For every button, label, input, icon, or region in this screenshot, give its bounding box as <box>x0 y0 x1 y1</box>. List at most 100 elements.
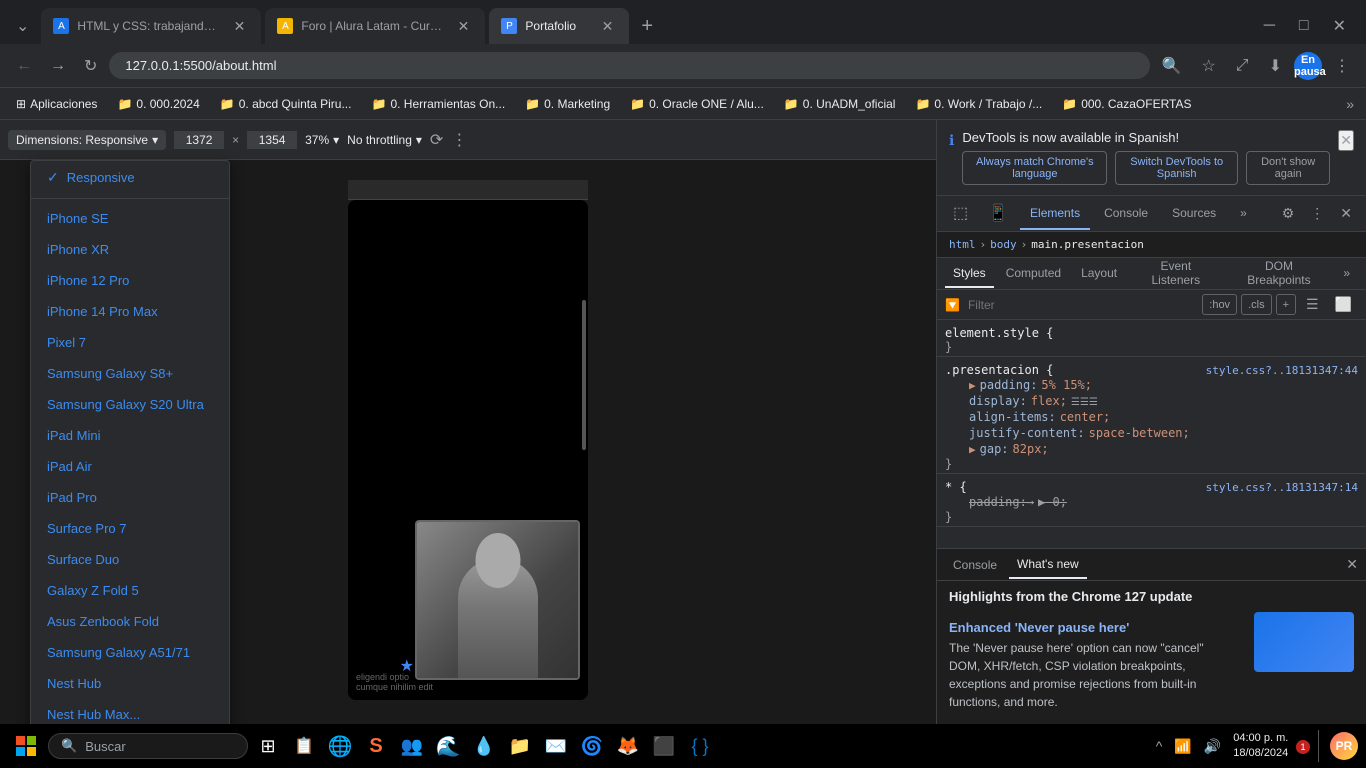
bookmark-8[interactable]: 📁 000. CazaOFERTAS <box>1054 94 1199 114</box>
tab-event-listeners[interactable]: Event Listeners <box>1129 253 1223 295</box>
tray-icon-1[interactable]: ^ <box>1152 736 1167 756</box>
devtools-more-btn[interactable]: ⋮ <box>1304 201 1330 226</box>
taskbar-mail-icon[interactable]: ✉️ <box>540 730 572 762</box>
show-desktop-btn[interactable] <box>1318 730 1322 762</box>
dropdown-responsive[interactable]: ✓ Responsive <box>31 161 229 194</box>
task-view-btn[interactable]: ⊞ <box>252 730 284 762</box>
tab-computed[interactable]: Computed <box>998 260 1069 288</box>
taskbar-avatar[interactable]: PR <box>1330 732 1358 760</box>
taskbar-folder-icon[interactable]: 📁 <box>504 730 536 762</box>
menu-btn[interactable]: ⋮ <box>1326 50 1358 82</box>
dimensions-select[interactable]: Dimensions: Responsive ▾ <box>8 130 166 150</box>
breadcrumb-main[interactable]: main.presentacion <box>1031 238 1144 251</box>
address-input[interactable] <box>109 52 1149 79</box>
taskbar-gmail-icon[interactable]: 🌀 <box>576 730 608 762</box>
tab-styles[interactable]: Styles <box>945 260 994 288</box>
bottom-tab-console[interactable]: Console <box>945 552 1005 578</box>
taskbar-chrome-icon[interactable]: 🌐 <box>324 730 356 762</box>
dropdown-iphone-12-pro[interactable]: iPhone 12 Pro <box>31 265 229 296</box>
dropdown-ipad-air[interactable]: iPad Air <box>31 451 229 482</box>
bookmark-3[interactable]: 📁 0. Herramientas On... <box>363 94 513 114</box>
breadcrumb-html[interactable]: html <box>949 238 976 251</box>
browser-tab-2[interactable]: A Foro | Alura Latam - Cursos onl... ✕ <box>265 8 485 44</box>
padding-arrow[interactable]: ▶ <box>969 379 976 392</box>
maximize-button[interactable]: □ <box>1287 12 1321 40</box>
no-throttling-select[interactable]: No throttling ▾ <box>347 133 422 147</box>
taskbar-icon-unknown[interactable]: 📋 <box>288 730 320 762</box>
tab3-close[interactable]: ✕ <box>598 16 618 37</box>
hov-btn[interactable]: :hov <box>1202 294 1237 315</box>
tab-dom-breakpoints[interactable]: DOM Breakpoints <box>1227 253 1332 295</box>
volume-icon[interactable]: 🔊 <box>1200 736 1225 757</box>
presentacion-source[interactable]: style.css?..18131347:44 <box>1206 364 1358 377</box>
back-button[interactable]: ← <box>8 51 40 81</box>
rotate-button[interactable]: ⟳ <box>430 130 443 150</box>
width-input[interactable] <box>174 131 224 149</box>
close-button[interactable]: ✕ <box>1321 12 1358 40</box>
bookmark-1[interactable]: 📁 0. 000.2024 <box>109 94 207 114</box>
dropdown-iphone-se[interactable]: iPhone SE <box>31 203 229 234</box>
breadcrumb-body[interactable]: body <box>990 238 1017 251</box>
bookmark-apps[interactable]: ⊞ Aplicaciones <box>8 94 105 114</box>
update-title-1[interactable]: Enhanced 'Never pause here' <box>949 620 1238 635</box>
dropdown-ipad-pro[interactable]: iPad Pro <box>31 482 229 513</box>
taskbar-teams-icon[interactable]: 👥 <box>396 730 428 762</box>
browser-tab-1[interactable]: A HTML y CSS: trabajando con re... ✕ <box>41 8 261 44</box>
gap-arrow[interactable]: ▶ <box>969 443 976 456</box>
taskbar-time[interactable]: 04:00 p. m. 18/08/2024 <box>1233 731 1288 762</box>
search-icon-btn[interactable]: 🔍 <box>1154 50 1190 82</box>
dropdown-iphone-xr[interactable]: iPhone XR <box>31 234 229 265</box>
bookmark-6[interactable]: 📁 0. UnADM_oficial <box>776 94 904 114</box>
taskbar-vscode-icon[interactable]: { } <box>684 730 716 762</box>
presentacion-selector[interactable]: .presentacion { <box>945 363 1053 377</box>
devtools-close-btn[interactable]: ✕ <box>1334 201 1358 226</box>
download-btn[interactable]: ⬇ <box>1261 50 1290 82</box>
height-input[interactable] <box>247 131 297 149</box>
switch-spanish-button[interactable]: Switch DevTools to Spanish <box>1115 151 1238 185</box>
dropdown-ipad-mini[interactable]: iPad Mini <box>31 420 229 451</box>
add-rule-btn[interactable]: + <box>1276 294 1296 315</box>
add-property-btn[interactable]: ☰ <box>1300 294 1325 315</box>
tab-search-btn[interactable]: ⤢ <box>1228 51 1257 81</box>
dropdown-samsung-s8[interactable]: Samsung Galaxy S8+ <box>31 358 229 389</box>
devtools-device-btn[interactable]: 📱 <box>980 199 1016 229</box>
dropdown-pixel-7[interactable]: Pixel 7 <box>31 327 229 358</box>
dropdown-samsung-a51[interactable]: Samsung Galaxy A51/71 <box>31 637 229 668</box>
bookmark-4[interactable]: 📁 0. Marketing <box>517 94 618 114</box>
filter-input[interactable] <box>968 298 1194 312</box>
bottom-close-btn[interactable]: ✕ <box>1346 556 1358 573</box>
tab-more[interactable]: » <box>1230 198 1257 230</box>
tab-layout[interactable]: Layout <box>1073 260 1125 288</box>
tab-more-styles[interactable]: » <box>1335 260 1358 288</box>
match-lang-button[interactable]: Always match Chrome's language <box>962 151 1107 185</box>
tab-sources[interactable]: Sources <box>1162 198 1226 230</box>
tab-list-btn[interactable]: ⌄ <box>8 12 37 40</box>
devtools-inspect-btn[interactable]: ⬚ <box>945 199 976 229</box>
browser-tab-3[interactable]: P Portafolio ✕ <box>489 8 629 44</box>
notification-close[interactable]: ✕ <box>1338 130 1354 151</box>
taskbar-dropbox-icon[interactable]: 💧 <box>468 730 500 762</box>
tab2-close[interactable]: ✕ <box>454 16 474 37</box>
taskbar-firefox-icon[interactable]: 🦊 <box>612 730 644 762</box>
bookmark-btn[interactable]: ☆ <box>1193 50 1223 82</box>
taskbar-icon-s[interactable]: S <box>360 730 392 762</box>
dropdown-surface-duo[interactable]: Surface Duo <box>31 544 229 575</box>
scroll-bar[interactable] <box>582 300 586 450</box>
wifi-icon[interactable]: 📶 <box>1170 736 1195 757</box>
devtools-settings-btn[interactable]: ⚙ <box>1276 201 1301 226</box>
dropdown-samsung-s20[interactable]: Samsung Galaxy S20 Ultra <box>31 389 229 420</box>
profile-button[interactable]: Enpausa <box>1294 52 1322 80</box>
star-selector[interactable]: * { <box>945 480 967 494</box>
dropdown-galaxy-z-fold[interactable]: Galaxy Z Fold 5 <box>31 575 229 606</box>
star-source[interactable]: style.css?..18131347:14 <box>1206 481 1358 494</box>
forward-button[interactable]: → <box>42 51 74 81</box>
new-tab-button[interactable]: + <box>633 11 661 42</box>
reload-button[interactable]: ↻ <box>76 50 105 82</box>
taskbar-edge-icon[interactable]: 🌊 <box>432 730 464 762</box>
dont-show-button[interactable]: Don't show again <box>1246 151 1330 185</box>
taskbar-icon-dark[interactable]: ⬛ <box>648 730 680 762</box>
bookmark-2[interactable]: 📁 0. abcd Quinta Piru... <box>212 94 360 114</box>
bookmark-5[interactable]: 📁 0. Oracle ONE / Alu... <box>622 94 772 114</box>
bottom-tab-whats-new[interactable]: What's new <box>1009 551 1087 579</box>
more-options-btn[interactable]: ⋮ <box>451 130 467 150</box>
